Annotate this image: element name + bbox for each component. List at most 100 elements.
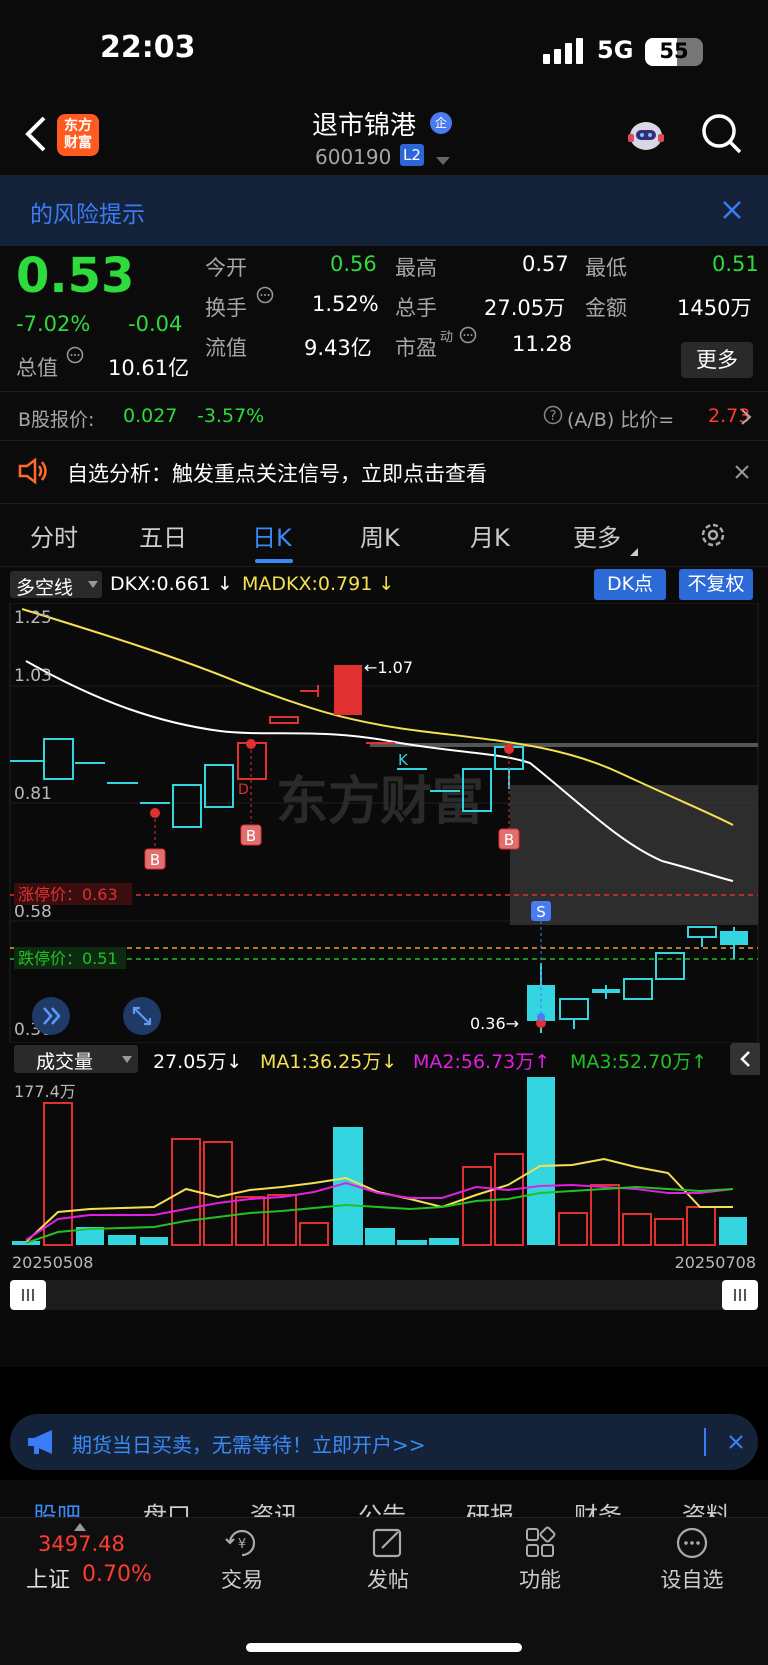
close-icon[interactable] (734, 464, 750, 484)
ma2-value: MA2:56.73万↑ (413, 1051, 551, 1073)
dkx-value: DKX:0.661 ↓ (110, 573, 233, 595)
volume-svg: 177.4万 20250508 20250708 (12, 1077, 756, 1272)
k-marker: K (398, 751, 409, 769)
back-button[interactable] (22, 114, 52, 154)
tab-monthly-k[interactable]: 月K (470, 518, 510, 553)
home-indicator[interactable] (246, 1643, 522, 1652)
madkx-value: MADKX:0.791 ↓ (242, 573, 395, 595)
turnover-value: 1.52% (312, 292, 379, 316)
add-watchlist-button[interactable]: 设自选 (656, 1526, 728, 1596)
chevron-down-icon[interactable] (436, 152, 450, 171)
risk-text: 的风险提示 (30, 202, 145, 228)
close-icon[interactable] (728, 1434, 744, 1454)
help-icon[interactable]: ? (543, 405, 563, 429)
close-icon[interactable] (722, 200, 742, 224)
svg-text:?: ? (550, 409, 557, 424)
quote-panel: 0.53 -7.02% -0.04 总值 10.61亿 今开 0.56 换手 1… (0, 246, 768, 391)
open-value: 0.56 (330, 252, 377, 276)
post-button[interactable]: 发帖 (358, 1526, 418, 1596)
low-mark: 0.36→ (470, 1014, 519, 1033)
y-tick: 1.25 (14, 608, 52, 628)
function-label: 功能 (519, 1568, 561, 1592)
watermark: 东方财富 (276, 772, 484, 832)
info-icon[interactable] (66, 346, 84, 368)
high-label: 最高 (395, 256, 437, 280)
watchlist-label: 设自选 (660, 1568, 724, 1592)
risk-banner[interactable]: 的风险提示 (0, 176, 768, 246)
adjust-button[interactable]: 不复权 (679, 569, 753, 600)
kline-chart-area[interactable]: 多空线 DKX:0.661 ↓ MADKX:0.791 ↓ DK点 不复权 东方… (0, 567, 768, 1367)
bshare-row[interactable]: B股报价: 0.027 -3.57% ? (A/B) 比价= 2.73 (0, 391, 768, 441)
network-label: 5G (597, 36, 634, 64)
info-icon[interactable] (256, 286, 274, 308)
limit-down-label: 跌停价：0.51 (18, 949, 118, 968)
tab-weekly-k[interactable]: 周K (360, 518, 400, 553)
trade-button[interactable]: ¥ 交易 (212, 1526, 272, 1596)
content-tabs: 股吧 盘口 资讯 公告 研报 财务 资料 (0, 1480, 768, 1520)
buy-marker: B (504, 831, 514, 849)
tab-five-day[interactable]: 五日 (139, 518, 187, 553)
date-end: 20250708 (675, 1253, 756, 1272)
collapse-button[interactable] (730, 1043, 760, 1075)
slider-handle-left[interactable] (10, 1280, 46, 1310)
search-icon[interactable] (700, 112, 744, 156)
buy-marker: B (150, 851, 160, 869)
bshare-pct: -3.57% (197, 405, 265, 427)
open-label: 今开 (205, 256, 247, 280)
function-button[interactable]: 功能 (510, 1526, 570, 1596)
tab-daily-k[interactable]: 日K (252, 518, 292, 553)
grid-icon (526, 1526, 556, 1557)
megaphone-icon (26, 1428, 60, 1460)
chevron-left-icon (25, 116, 46, 152)
ratio-label: (A/B) 比价= (567, 409, 675, 431)
chevron-down-icon (88, 581, 98, 588)
limit-up-label: 涨停价：0.63 (18, 885, 118, 904)
ma3-value: MA3:52.70万↑ (570, 1051, 708, 1073)
slider-handle-right[interactable] (722, 1280, 758, 1310)
double-chevron-icon (43, 1007, 61, 1025)
volume-indicator-select[interactable]: 成交量 (14, 1045, 138, 1073)
change-value: -0.04 (128, 312, 183, 336)
float-label: 流值 (205, 336, 247, 360)
app-logo[interactable]: 东方 财富 (57, 114, 99, 156)
high-mark: ←1.07 (364, 658, 413, 677)
bshare-label: B股报价: (18, 409, 95, 431)
tab-more[interactable]: 更多 (573, 518, 621, 553)
indicator-name: 多空线 (16, 577, 74, 599)
dk-point-button[interactable]: DK点 (594, 569, 666, 600)
sell-marker: S (536, 903, 546, 921)
battery-level: 55 (659, 39, 689, 63)
volume-value: 27.05万 (484, 296, 566, 320)
expand-left-button[interactable] (32, 997, 70, 1035)
mcap-value: 10.61亿 (108, 356, 190, 380)
chevron-right-icon (740, 408, 752, 430)
d-marker: D (238, 782, 249, 798)
info-icon[interactable] (459, 326, 477, 348)
robot-assistant-icon[interactable] (624, 114, 668, 154)
more-button[interactable]: 更多 (681, 342, 753, 378)
pe-label: 市盈 (395, 336, 437, 360)
stock-code: 600190 (315, 145, 392, 169)
svg-text:¥: ¥ (238, 1537, 246, 1552)
mcap-label: 总值 (16, 356, 58, 380)
clock: 22:03 (100, 30, 196, 65)
index-value[interactable]: 3497.48 (38, 1532, 125, 1556)
ad-banner[interactable]: 期货当日买卖，无需等待！立即开户>> (10, 1414, 758, 1470)
volume-bars (12, 1077, 747, 1246)
gear-icon[interactable] (698, 520, 728, 554)
analysis-notice[interactable]: 自选分析：触发重点关注信号，立即点击查看 (0, 441, 768, 503)
chevron-down-icon (122, 1056, 132, 1063)
index-name: 上证 (26, 1568, 71, 1593)
edit-icon (372, 1528, 402, 1558)
range-slider[interactable] (10, 1280, 758, 1310)
low-value: 0.51 (712, 252, 759, 276)
tab-intraday[interactable]: 分时 (30, 518, 78, 553)
low-label: 最低 (585, 256, 627, 280)
fullscreen-button[interactable] (123, 997, 161, 1035)
ma1-value: MA1:36.25万↓ (260, 1051, 398, 1073)
status-bar: 22:03 5G 55 (0, 0, 768, 100)
bshare-price: 0.027 (123, 405, 178, 427)
indicator-select[interactable]: 多空线 (10, 571, 102, 599)
more-circle-icon (676, 1527, 708, 1559)
index-pct: 0.70% (82, 1562, 152, 1587)
